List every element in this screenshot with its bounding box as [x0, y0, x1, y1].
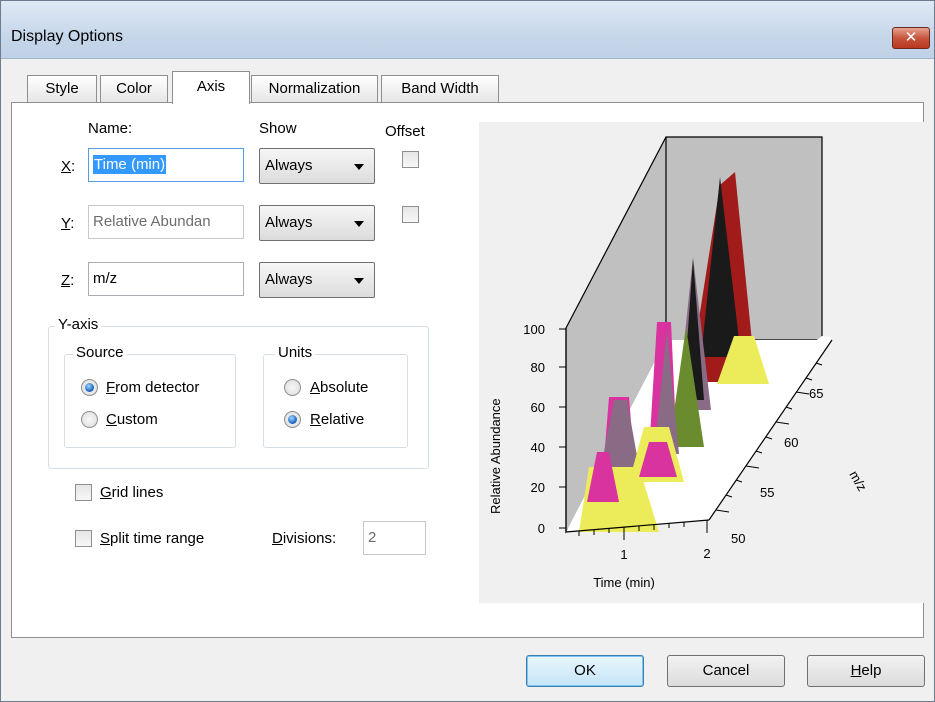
help-button[interactable]: Help	[807, 655, 925, 687]
y-tick-label: 80	[531, 360, 545, 375]
units-group	[263, 354, 408, 448]
y-tick-label: 20	[531, 480, 545, 495]
split-time-range-checkbox[interactable]	[75, 530, 92, 547]
y-axis-title: Relative Abundance	[488, 398, 503, 514]
x-axis-label: X:	[61, 158, 76, 175]
y-axis-group-title: Y-axis	[55, 316, 102, 333]
absolute-radio[interactable]	[284, 379, 301, 396]
y-axis-label: Y:	[61, 215, 75, 232]
y-axis-offset-checkbox[interactable]	[402, 206, 419, 223]
z-axis-title: m/z	[846, 468, 869, 494]
tab-band-width[interactable]: Band Width	[381, 75, 499, 103]
tab-label: Normalization	[268, 80, 361, 97]
z-axis-show-select[interactable]: Always	[259, 262, 375, 298]
title-bar: Display Options ✕	[1, 1, 934, 59]
y-tick-label: 100	[523, 322, 545, 337]
ok-button[interactable]: OK	[526, 655, 644, 687]
from-detector-radio[interactable]	[81, 379, 98, 396]
divisions-input[interactable]: 2	[363, 521, 426, 555]
relative-label[interactable]: Relative	[310, 411, 364, 428]
cancel-button[interactable]: Cancel	[667, 655, 785, 687]
z-tick-label: 60	[784, 435, 798, 450]
tab-style[interactable]: Style	[27, 75, 97, 103]
units-group-title: Units	[275, 344, 316, 361]
chevron-down-icon	[354, 221, 364, 227]
custom-radio[interactable]	[81, 411, 98, 428]
tab-label: Style	[45, 80, 79, 97]
name-column-header: Name:	[88, 120, 133, 137]
z-tick-label: 65	[809, 386, 823, 401]
y-tick-label: 60	[531, 400, 545, 415]
grid-lines-label[interactable]: Grid lines	[100, 484, 163, 501]
x-tick-label: 1	[620, 547, 627, 562]
z-tick-label: 55	[760, 485, 774, 500]
source-group	[64, 354, 236, 448]
y-ticks	[559, 328, 566, 529]
z-tick-label: 50	[731, 531, 745, 546]
display-options-dialog: Display Options ✕ Style Color Axis Norma…	[0, 0, 935, 702]
tab-label: Axis	[196, 78, 226, 95]
absolute-label[interactable]: Absolute	[310, 379, 368, 396]
close-button[interactable]: ✕	[892, 27, 930, 49]
show-column-header: Show	[259, 120, 297, 137]
y-tick-label: 40	[531, 440, 545, 455]
divisions-label: Divisions:	[272, 530, 337, 547]
chevron-down-icon	[354, 278, 364, 284]
offset-column-header: Offset	[385, 123, 425, 140]
tab-normalization[interactable]: Normalization	[251, 75, 378, 103]
z-axis-label: Z:	[61, 272, 75, 289]
relative-radio[interactable]	[284, 411, 301, 428]
from-detector-label[interactable]: From detector	[106, 379, 199, 396]
window-title: Display Options	[11, 28, 124, 45]
close-icon: ✕	[904, 29, 918, 46]
tab-label: Band Width	[401, 80, 479, 97]
tab-axis[interactable]: Axis	[172, 71, 250, 104]
x-axis-name-input[interactable]: Time (min)	[88, 148, 244, 182]
custom-label[interactable]: Custom	[106, 411, 158, 428]
z-axis-name-input[interactable]: m/z	[88, 262, 244, 296]
tab-color[interactable]: Color	[100, 75, 168, 103]
y-tick-label: 0	[538, 521, 545, 536]
source-group-title: Source	[73, 344, 127, 361]
x-tick-label: 2	[703, 546, 710, 561]
split-time-range-label[interactable]: Split time range	[100, 530, 204, 547]
y-axis-name-input[interactable]: Relative Abundan	[88, 205, 244, 239]
x-axis-show-select[interactable]: Always	[259, 148, 375, 184]
x-axis-title: Time (min)	[593, 575, 655, 590]
tab-label: Color	[116, 80, 152, 97]
y-axis-show-select[interactable]: Always	[259, 205, 375, 241]
chevron-down-icon	[354, 164, 364, 170]
preview-3d-chart: 0 20 40 60 80 100 Relative Abundance 1 2…	[488, 136, 870, 590]
axis-preview-plot: 0 20 40 60 80 100 Relative Abundance 1 2…	[479, 122, 924, 603]
x-axis-offset-checkbox[interactable]	[402, 151, 419, 168]
grid-lines-checkbox[interactable]	[75, 484, 92, 501]
